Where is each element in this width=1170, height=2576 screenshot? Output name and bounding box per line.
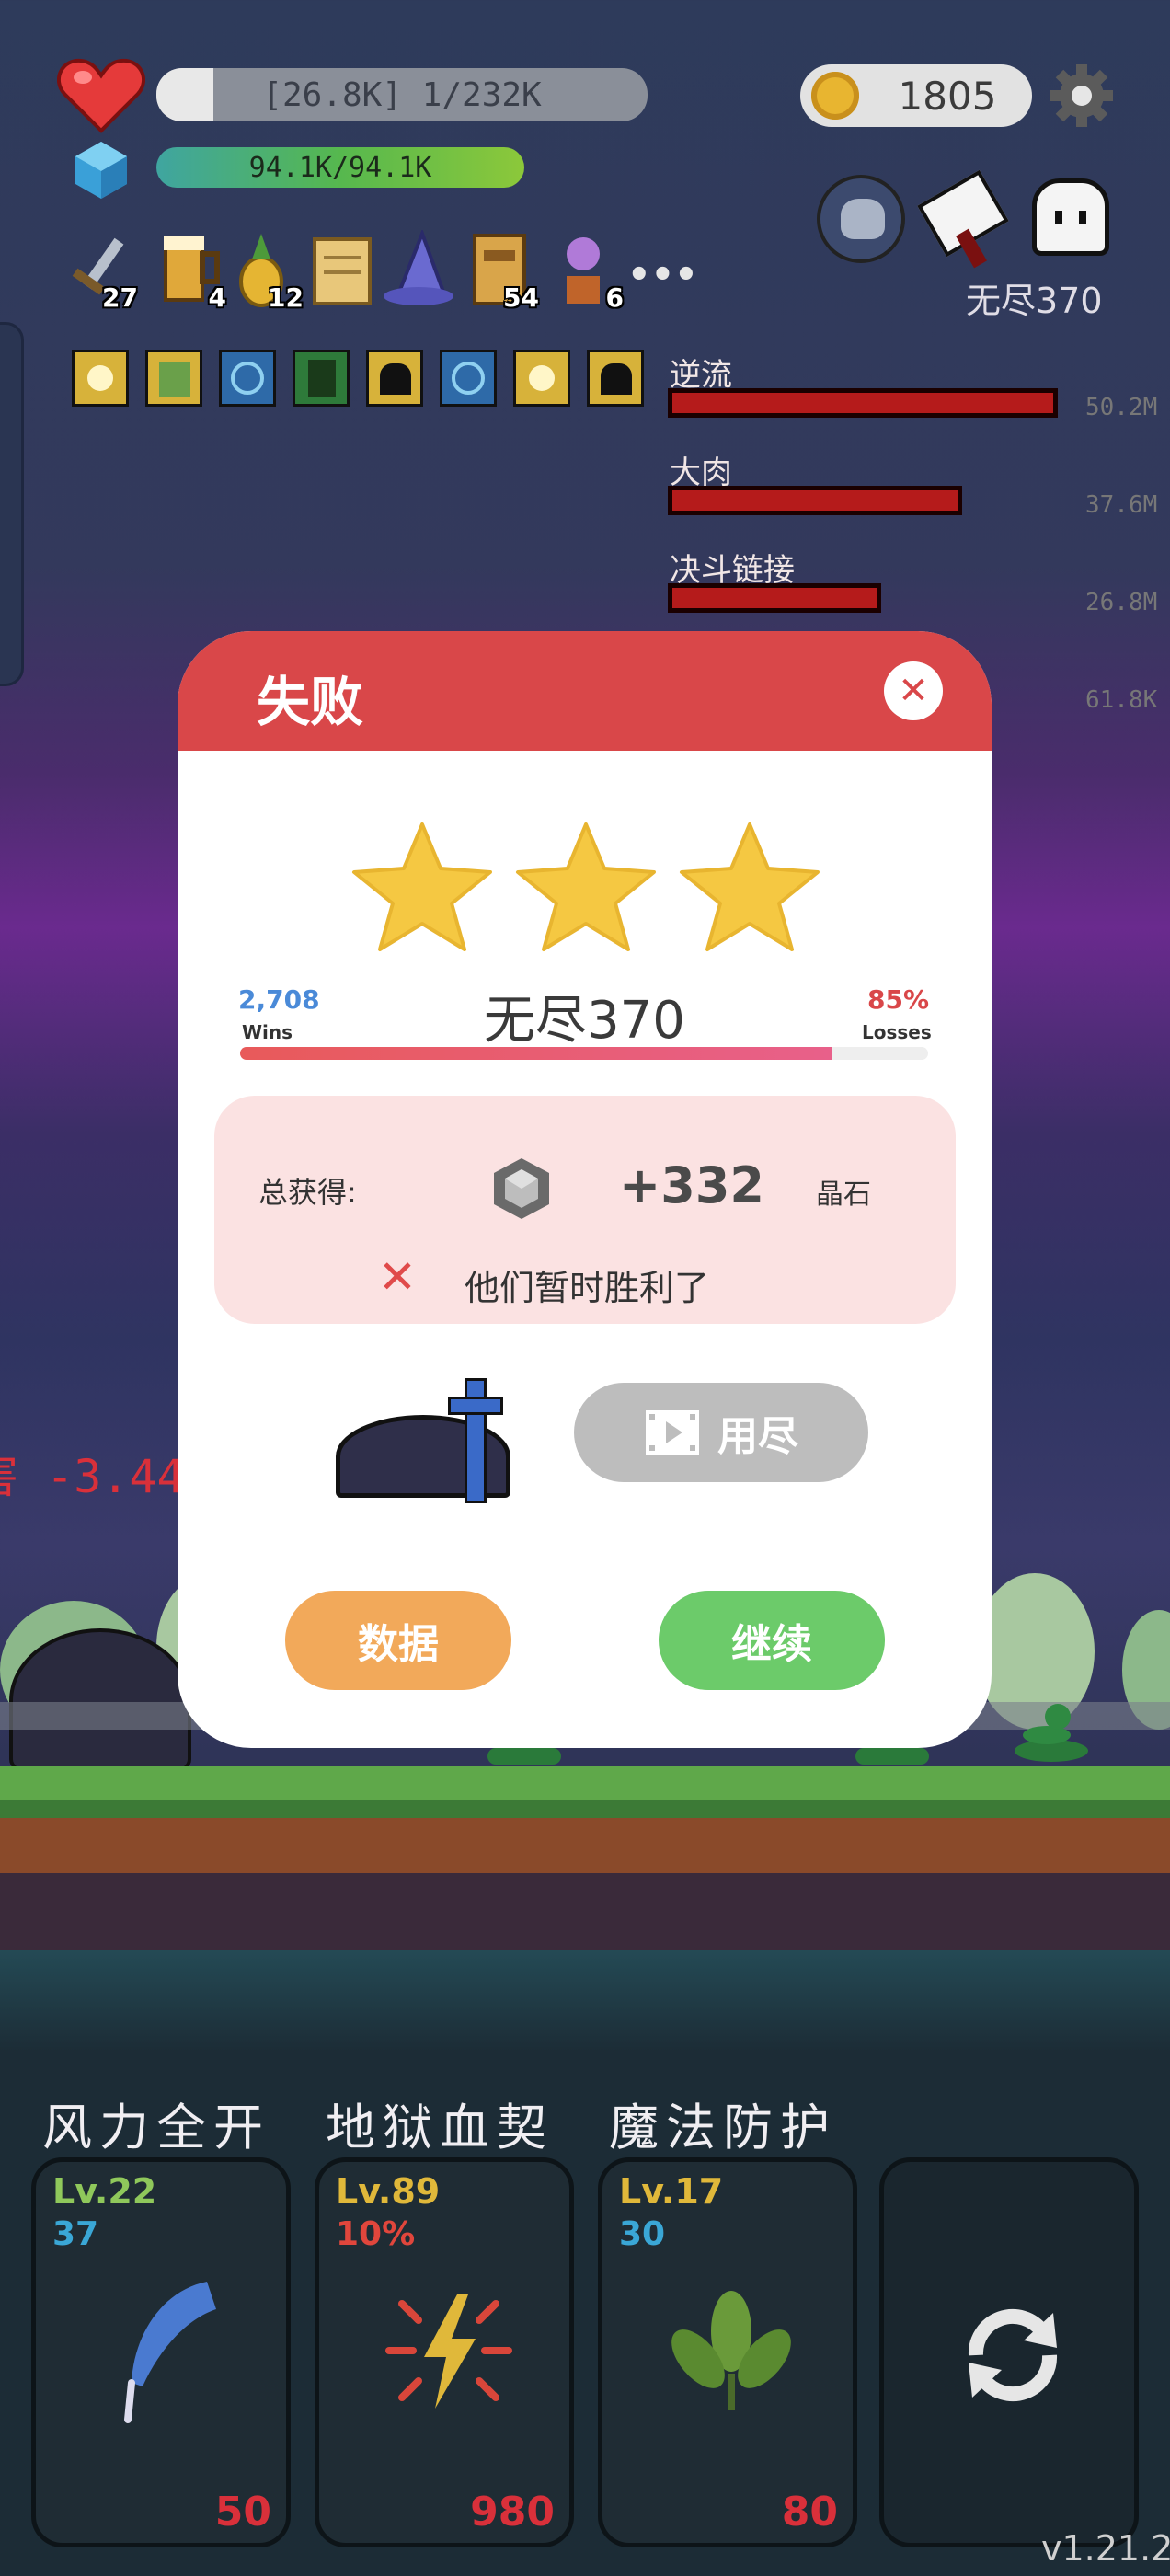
continue-button-label: 继续 (731, 1621, 812, 1668)
reward-label: 总获得: (258, 1175, 357, 1210)
close-button[interactable]: ✕ (884, 661, 943, 720)
star-icon (516, 822, 656, 951)
reward-amount: +332 (619, 1156, 764, 1214)
reward-panel: 总获得: +332 晶石 ✕ 他们暂时胜利了 (214, 1096, 956, 1324)
dialog-title: 失败 (257, 671, 364, 733)
fail-x-icon: ✕ (378, 1250, 417, 1304)
star-icon (352, 822, 492, 951)
continue-button[interactable]: 继续 (659, 1591, 885, 1690)
losses-value: 85% (867, 984, 930, 1015)
close-icon: ✕ (898, 670, 929, 712)
result-text: 他们暂时胜利了 (465, 1268, 710, 1308)
watch-video-button[interactable]: 用尽 (574, 1383, 868, 1482)
win-loss-progress-fill (240, 1047, 832, 1060)
win-loss-progress (240, 1047, 928, 1060)
crystal-icon (494, 1158, 549, 1219)
watch-video-label: 用尽 (717, 1413, 798, 1460)
stats-button[interactable]: 数据 (285, 1591, 511, 1690)
reward-unit: 晶石 (816, 1179, 871, 1211)
defeat-dialog: 失败 ✕ 2,708 Wins 无尽370 85% Losses 总获得: +3… (178, 631, 992, 1748)
treasure-sprite (336, 1378, 520, 1507)
star-icon (680, 822, 820, 951)
dialog-header: 失败 ✕ (178, 631, 992, 751)
stats-button-label: 数据 (358, 1621, 439, 1668)
losses-label: Losses (862, 1021, 932, 1043)
video-film-icon (646, 1410, 699, 1455)
star-rating (350, 821, 829, 953)
